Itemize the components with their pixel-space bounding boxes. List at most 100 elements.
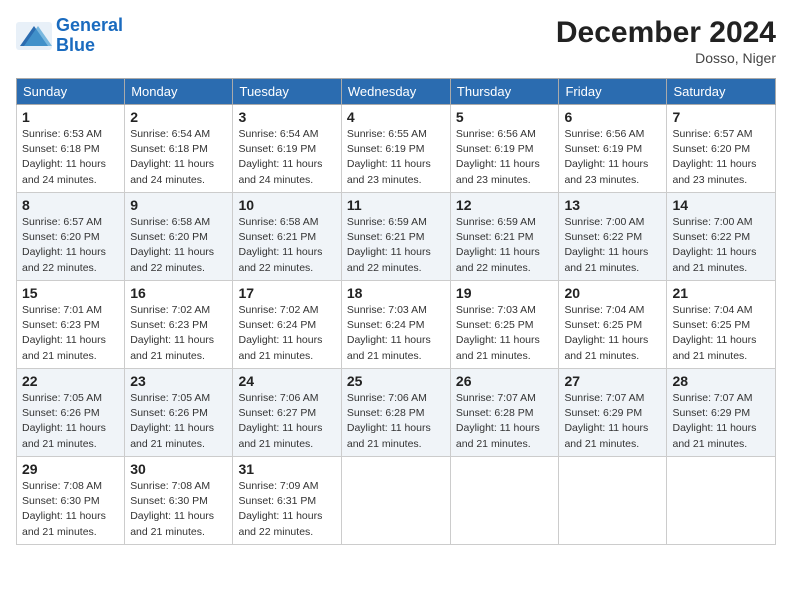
calendar-header-monday: Monday: [125, 79, 233, 105]
calendar-header-saturday: Saturday: [667, 79, 776, 105]
day-number: 3: [238, 109, 335, 125]
day-info: Sunrise: 7:05 AMSunset: 6:26 PMDaylight:…: [22, 392, 106, 450]
day-info: Sunrise: 7:05 AMSunset: 6:26 PMDaylight:…: [130, 392, 214, 450]
day-cell-2: 2 Sunrise: 6:54 AMSunset: 6:18 PMDayligh…: [125, 105, 233, 193]
calendar-header-sunday: Sunday: [17, 79, 125, 105]
day-info: Sunrise: 7:03 AMSunset: 6:24 PMDaylight:…: [347, 304, 431, 362]
calendar-week-2: 8 Sunrise: 6:57 AMSunset: 6:20 PMDayligh…: [17, 193, 776, 281]
day-cell-30: 30 Sunrise: 7:08 AMSunset: 6:30 PMDaylig…: [125, 457, 233, 545]
day-cell-1: 1 Sunrise: 6:53 AMSunset: 6:18 PMDayligh…: [17, 105, 125, 193]
calendar-body: 1 Sunrise: 6:53 AMSunset: 6:18 PMDayligh…: [17, 105, 776, 545]
empty-cell: [559, 457, 667, 545]
day-number: 12: [456, 197, 554, 213]
day-info: Sunrise: 6:59 AMSunset: 6:21 PMDaylight:…: [347, 216, 431, 274]
day-info: Sunrise: 7:07 AMSunset: 6:29 PMDaylight:…: [672, 392, 756, 450]
day-info: Sunrise: 6:56 AMSunset: 6:19 PMDaylight:…: [564, 128, 648, 186]
calendar-header-row: SundayMondayTuesdayWednesdayThursdayFrid…: [17, 79, 776, 105]
day-cell-22: 22 Sunrise: 7:05 AMSunset: 6:26 PMDaylig…: [17, 369, 125, 457]
day-cell-14: 14 Sunrise: 7:00 AMSunset: 6:22 PMDaylig…: [667, 193, 776, 281]
day-cell-28: 28 Sunrise: 7:07 AMSunset: 6:29 PMDaylig…: [667, 369, 776, 457]
day-info: Sunrise: 6:54 AMSunset: 6:19 PMDaylight:…: [238, 128, 322, 186]
day-info: Sunrise: 7:00 AMSunset: 6:22 PMDaylight:…: [672, 216, 756, 274]
day-info: Sunrise: 6:59 AMSunset: 6:21 PMDaylight:…: [456, 216, 540, 274]
day-cell-9: 9 Sunrise: 6:58 AMSunset: 6:20 PMDayligh…: [125, 193, 233, 281]
day-info: Sunrise: 7:06 AMSunset: 6:28 PMDaylight:…: [347, 392, 431, 450]
day-number: 18: [347, 285, 445, 301]
day-number: 26: [456, 373, 554, 389]
day-info: Sunrise: 6:54 AMSunset: 6:18 PMDaylight:…: [130, 128, 214, 186]
day-number: 27: [564, 373, 661, 389]
day-cell-7: 7 Sunrise: 6:57 AMSunset: 6:20 PMDayligh…: [667, 105, 776, 193]
day-number: 6: [564, 109, 661, 125]
day-info: Sunrise: 7:01 AMSunset: 6:23 PMDaylight:…: [22, 304, 106, 362]
day-info: Sunrise: 6:58 AMSunset: 6:20 PMDaylight:…: [130, 216, 214, 274]
calendar-week-5: 29 Sunrise: 7:08 AMSunset: 6:30 PMDaylig…: [17, 457, 776, 545]
day-info: Sunrise: 7:09 AMSunset: 6:31 PMDaylight:…: [238, 480, 322, 538]
day-info: Sunrise: 6:58 AMSunset: 6:21 PMDaylight:…: [238, 216, 322, 274]
day-cell-19: 19 Sunrise: 7:03 AMSunset: 6:25 PMDaylig…: [450, 281, 559, 369]
day-number: 30: [130, 461, 227, 477]
day-cell-25: 25 Sunrise: 7:06 AMSunset: 6:28 PMDaylig…: [341, 369, 450, 457]
day-cell-10: 10 Sunrise: 6:58 AMSunset: 6:21 PMDaylig…: [233, 193, 341, 281]
day-info: Sunrise: 7:04 AMSunset: 6:25 PMDaylight:…: [672, 304, 756, 362]
day-number: 5: [456, 109, 554, 125]
day-number: 17: [238, 285, 335, 301]
day-cell-12: 12 Sunrise: 6:59 AMSunset: 6:21 PMDaylig…: [450, 193, 559, 281]
day-cell-29: 29 Sunrise: 7:08 AMSunset: 6:30 PMDaylig…: [17, 457, 125, 545]
logo: GeneralBlue: [16, 16, 123, 56]
day-info: Sunrise: 7:02 AMSunset: 6:24 PMDaylight:…: [238, 304, 322, 362]
day-cell-23: 23 Sunrise: 7:05 AMSunset: 6:26 PMDaylig…: [125, 369, 233, 457]
day-cell-11: 11 Sunrise: 6:59 AMSunset: 6:21 PMDaylig…: [341, 193, 450, 281]
day-number: 8: [22, 197, 119, 213]
day-info: Sunrise: 6:53 AMSunset: 6:18 PMDaylight:…: [22, 128, 106, 186]
day-info: Sunrise: 7:07 AMSunset: 6:28 PMDaylight:…: [456, 392, 540, 450]
day-cell-27: 27 Sunrise: 7:07 AMSunset: 6:29 PMDaylig…: [559, 369, 667, 457]
location: Dosso, Niger: [556, 50, 776, 66]
calendar-header-tuesday: Tuesday: [233, 79, 341, 105]
logo-text: GeneralBlue: [56, 16, 123, 56]
day-number: 19: [456, 285, 554, 301]
calendar-week-1: 1 Sunrise: 6:53 AMSunset: 6:18 PMDayligh…: [17, 105, 776, 193]
day-info: Sunrise: 6:57 AMSunset: 6:20 PMDaylight:…: [22, 216, 106, 274]
day-info: Sunrise: 7:04 AMSunset: 6:25 PMDaylight:…: [564, 304, 648, 362]
day-cell-31: 31 Sunrise: 7:09 AMSunset: 6:31 PMDaylig…: [233, 457, 341, 545]
day-cell-16: 16 Sunrise: 7:02 AMSunset: 6:23 PMDaylig…: [125, 281, 233, 369]
day-info: Sunrise: 7:00 AMSunset: 6:22 PMDaylight:…: [564, 216, 648, 274]
header: GeneralBlue December 2024 Dosso, Niger: [16, 16, 776, 66]
day-number: 13: [564, 197, 661, 213]
month-title: December 2024: [556, 16, 776, 50]
day-cell-5: 5 Sunrise: 6:56 AMSunset: 6:19 PMDayligh…: [450, 105, 559, 193]
calendar-week-4: 22 Sunrise: 7:05 AMSunset: 6:26 PMDaylig…: [17, 369, 776, 457]
day-number: 28: [672, 373, 770, 389]
day-number: 4: [347, 109, 445, 125]
day-info: Sunrise: 7:03 AMSunset: 6:25 PMDaylight:…: [456, 304, 540, 362]
day-number: 10: [238, 197, 335, 213]
day-info: Sunrise: 7:08 AMSunset: 6:30 PMDaylight:…: [22, 480, 106, 538]
day-info: Sunrise: 7:08 AMSunset: 6:30 PMDaylight:…: [130, 480, 214, 538]
day-number: 31: [238, 461, 335, 477]
day-number: 22: [22, 373, 119, 389]
calendar-header-friday: Friday: [559, 79, 667, 105]
day-info: Sunrise: 7:02 AMSunset: 6:23 PMDaylight:…: [130, 304, 214, 362]
day-info: Sunrise: 7:06 AMSunset: 6:27 PMDaylight:…: [238, 392, 322, 450]
day-cell-4: 4 Sunrise: 6:55 AMSunset: 6:19 PMDayligh…: [341, 105, 450, 193]
logo-icon: [16, 22, 52, 50]
day-cell-18: 18 Sunrise: 7:03 AMSunset: 6:24 PMDaylig…: [341, 281, 450, 369]
day-cell-26: 26 Sunrise: 7:07 AMSunset: 6:28 PMDaylig…: [450, 369, 559, 457]
day-info: Sunrise: 6:55 AMSunset: 6:19 PMDaylight:…: [347, 128, 431, 186]
day-cell-15: 15 Sunrise: 7:01 AMSunset: 6:23 PMDaylig…: [17, 281, 125, 369]
empty-cell: [667, 457, 776, 545]
day-cell-24: 24 Sunrise: 7:06 AMSunset: 6:27 PMDaylig…: [233, 369, 341, 457]
day-cell-21: 21 Sunrise: 7:04 AMSunset: 6:25 PMDaylig…: [667, 281, 776, 369]
day-number: 25: [347, 373, 445, 389]
calendar-header-wednesday: Wednesday: [341, 79, 450, 105]
calendar-header-thursday: Thursday: [450, 79, 559, 105]
day-number: 2: [130, 109, 227, 125]
day-info: Sunrise: 6:57 AMSunset: 6:20 PMDaylight:…: [672, 128, 756, 186]
day-number: 15: [22, 285, 119, 301]
page: GeneralBlue December 2024 Dosso, Niger S…: [0, 0, 792, 612]
day-cell-13: 13 Sunrise: 7:00 AMSunset: 6:22 PMDaylig…: [559, 193, 667, 281]
empty-cell: [450, 457, 559, 545]
day-number: 7: [672, 109, 770, 125]
day-number: 9: [130, 197, 227, 213]
